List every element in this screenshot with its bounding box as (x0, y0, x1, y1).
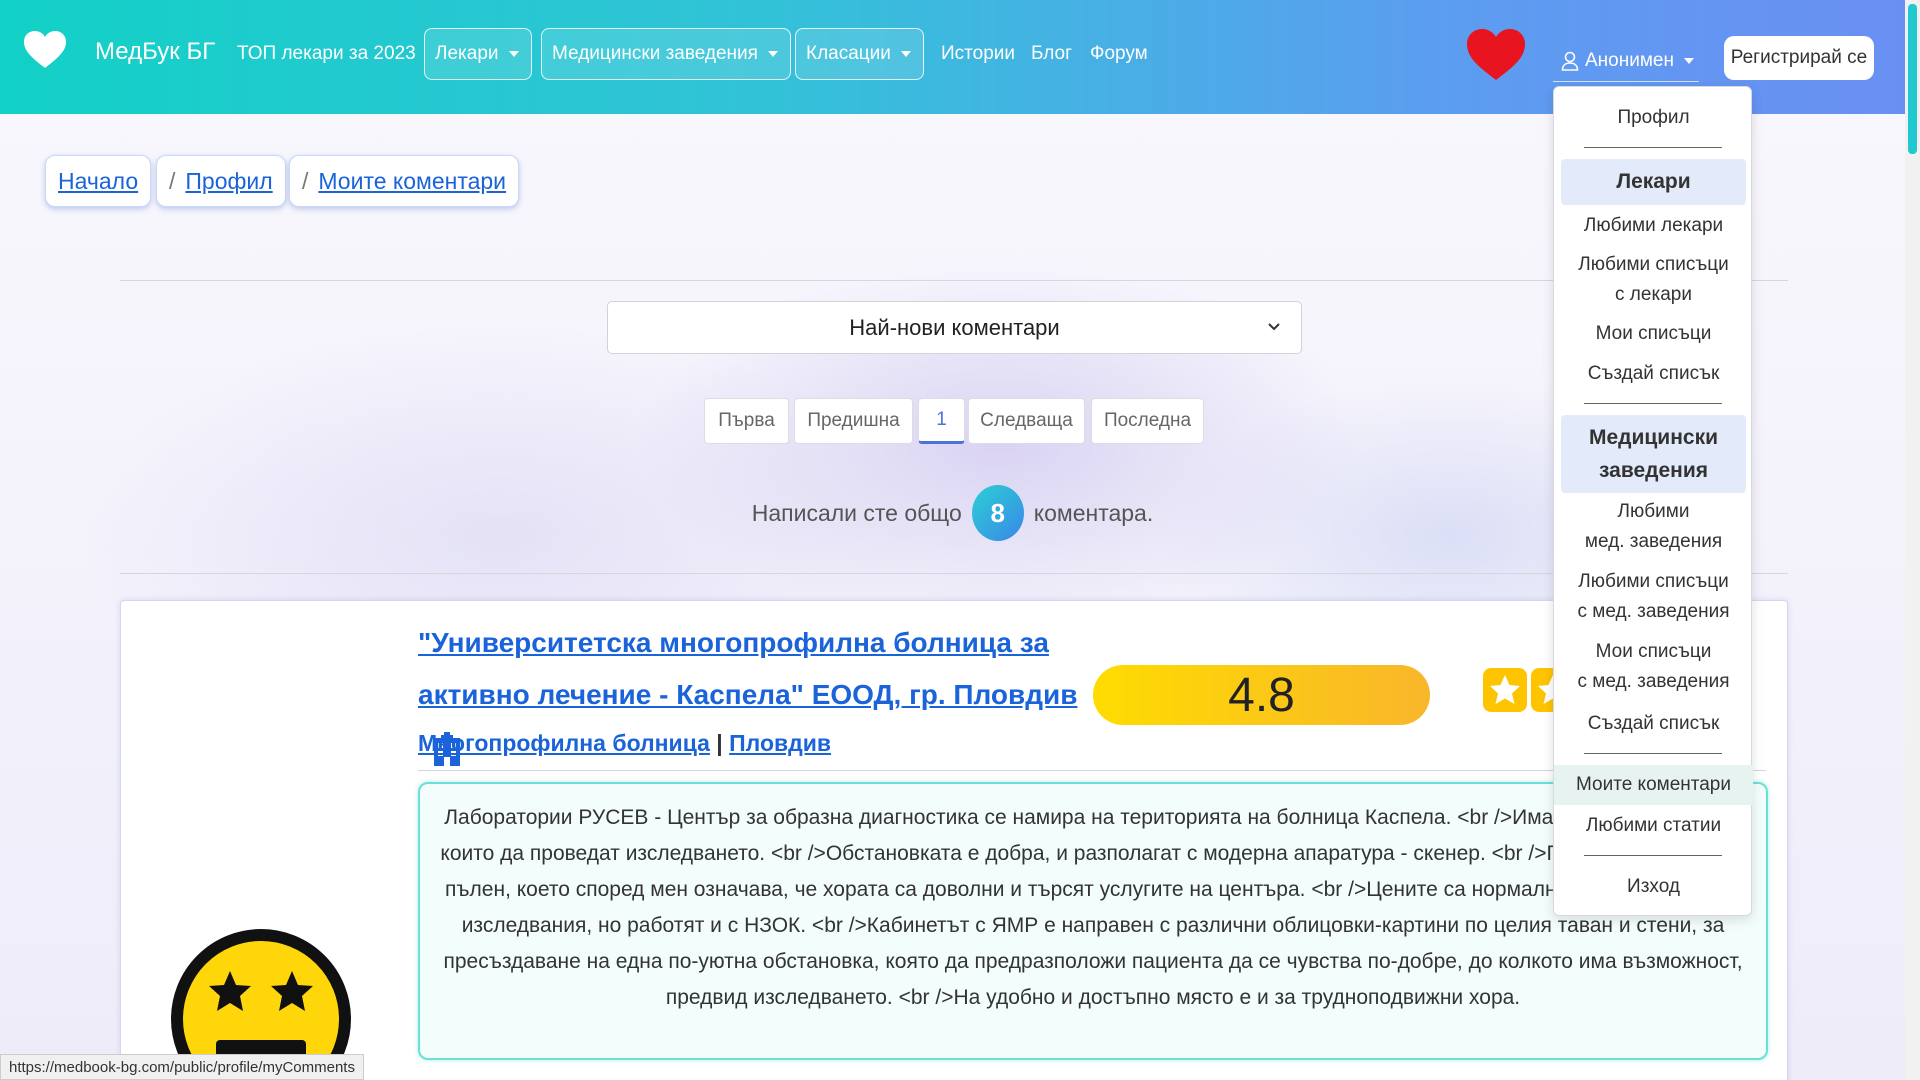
menu-header-line: заведения (1598, 459, 1708, 482)
menu-item-fav-articles[interactable]: Любими статии (1554, 811, 1753, 841)
summary-after: коментара. (1033, 499, 1154, 526)
pagination-first[interactable]: Първа (704, 398, 789, 444)
nav-forum[interactable]: Форум (1090, 43, 1148, 65)
menu-item-line: Любими списъци (1578, 571, 1729, 592)
menu-item-profile[interactable]: Профил (1554, 103, 1753, 133)
menu-item-fav-institutions[interactable]: Любими мед. заведения (1554, 497, 1753, 557)
nav-doctors-label: Лекари (435, 43, 499, 64)
user-icon (1561, 51, 1579, 71)
user-dropdown-menu: Профил Лекари Любими лекари Любими списъ… (1553, 86, 1753, 916)
breadcrumb-my-comments-link[interactable]: Моите коментари (318, 168, 506, 195)
chevron-down-icon (1683, 57, 1694, 64)
heart-icon[interactable] (1465, 28, 1527, 82)
menu-item-my-comments[interactable]: Моите коментари (1554, 765, 1753, 805)
rating-bar: 4.8 (1093, 665, 1430, 725)
pagination-prev[interactable]: Предишна (794, 398, 913, 444)
divider (120, 573, 1788, 574)
breadcrumb-separator: / (302, 167, 309, 194)
menu-item-line: с лекари (1615, 284, 1692, 305)
menu-item-line: с мед. заведения (1577, 671, 1730, 692)
menu-item-my-lists[interactable]: Мои списъци (1554, 319, 1753, 349)
star-icon (1483, 668, 1527, 712)
clinic-meta: Многопрофилна болница | Пловдив (418, 730, 831, 757)
nav-blog[interactable]: Блог (1031, 43, 1072, 65)
menu-item-line: Мои списъци (1595, 641, 1712, 662)
menu-divider (1584, 753, 1722, 754)
pagination-last[interactable]: Последна (1091, 398, 1204, 444)
nav-rankings-dropdown[interactable]: Класации (795, 28, 924, 80)
nav-doctors-dropdown[interactable]: Лекари (424, 28, 532, 80)
menu-divider (1584, 147, 1722, 148)
comments-count-badge: 8 (971, 485, 1024, 541)
menu-item-create-list[interactable]: Създай списък (1554, 359, 1753, 389)
menu-item-create-institution-list[interactable]: Създай списък (1554, 709, 1753, 739)
menu-item-logout[interactable]: Изход (1554, 872, 1753, 902)
menu-item-line: Любими списъци (1578, 254, 1729, 275)
status-bar-url: https://medbook-bg.com/public/profile/my… (0, 1054, 364, 1080)
register-button[interactable]: Регистрирай се (1724, 36, 1874, 80)
menu-divider (1584, 403, 1722, 404)
clinic-meta-divider: | (716, 730, 723, 756)
menu-header-institutions: Медицински заведения (1561, 415, 1746, 493)
sort-select-value: Най-нови коментари (849, 314, 1060, 340)
scrollbar-thumb[interactable] (1908, 4, 1917, 154)
menu-item-line: Любими (1617, 501, 1690, 522)
menu-header-line: Медицински (1588, 426, 1718, 449)
nav-rankings-label: Класации (806, 43, 891, 64)
nav-stories[interactable]: Истории (941, 43, 1015, 65)
breadcrumb-profile-link[interactable]: Профил (185, 168, 272, 195)
breadcrumb-home[interactable]: Начало (45, 155, 152, 207)
menu-item-line: мед. заведения (1584, 531, 1723, 552)
chevron-down-icon (900, 51, 911, 57)
breadcrumb-home-link[interactable]: Начало (58, 168, 138, 195)
menu-item-my-institution-lists[interactable]: Мои списъци с мед. заведения (1554, 637, 1753, 697)
divider (120, 280, 1788, 281)
menu-divider (1584, 855, 1722, 856)
pagination-next[interactable]: Следваща (968, 398, 1085, 444)
breadcrumb-profile[interactable]: / Профил (156, 155, 286, 207)
breadcrumb-separator: / (169, 167, 176, 194)
user-dropdown-toggle[interactable]: Анонимен (1553, 40, 1699, 82)
menu-header-doctors: Лекари (1561, 159, 1746, 205)
nav-institutions-dropdown[interactable]: Медицински заведения (541, 28, 791, 80)
chevron-down-icon (508, 51, 519, 57)
pagination-current[interactable]: 1 (918, 398, 965, 444)
nav-top-doctors[interactable]: ТОП лекари за 2023 (237, 43, 416, 65)
menu-item-line: с мед. заведения (1577, 601, 1730, 622)
brand-heart-icon[interactable] (22, 30, 68, 70)
breadcrumb-my-comments[interactable]: / Моите коментари (289, 155, 520, 207)
page-scrollbar[interactable] (1905, 0, 1920, 1080)
clinic-title-link[interactable]: "Университетска многопрофилна болница за… (418, 627, 1077, 710)
nav-institutions-label: Медицински заведения (552, 43, 758, 64)
summary-before: Написали сте общо (751, 499, 962, 526)
user-name: Анонимен (1585, 49, 1674, 71)
chevron-down-icon (1268, 323, 1280, 331)
clinic-city-link[interactable]: Пловдив (729, 730, 831, 756)
menu-item-fav-doctors[interactable]: Любими лекари (1554, 211, 1753, 241)
menu-item-fav-institution-lists[interactable]: Любими списъци с мед. заведения (1554, 567, 1753, 627)
brand-name[interactable]: МедБук БГ (95, 38, 215, 66)
menu-item-fav-doctor-lists[interactable]: Любими списъци с лекари (1554, 250, 1753, 310)
sort-select[interactable]: Най-нови коментари (607, 301, 1302, 354)
clinic-category-link[interactable]: Многопрофилна болница (418, 730, 710, 756)
chevron-down-icon (767, 51, 778, 57)
